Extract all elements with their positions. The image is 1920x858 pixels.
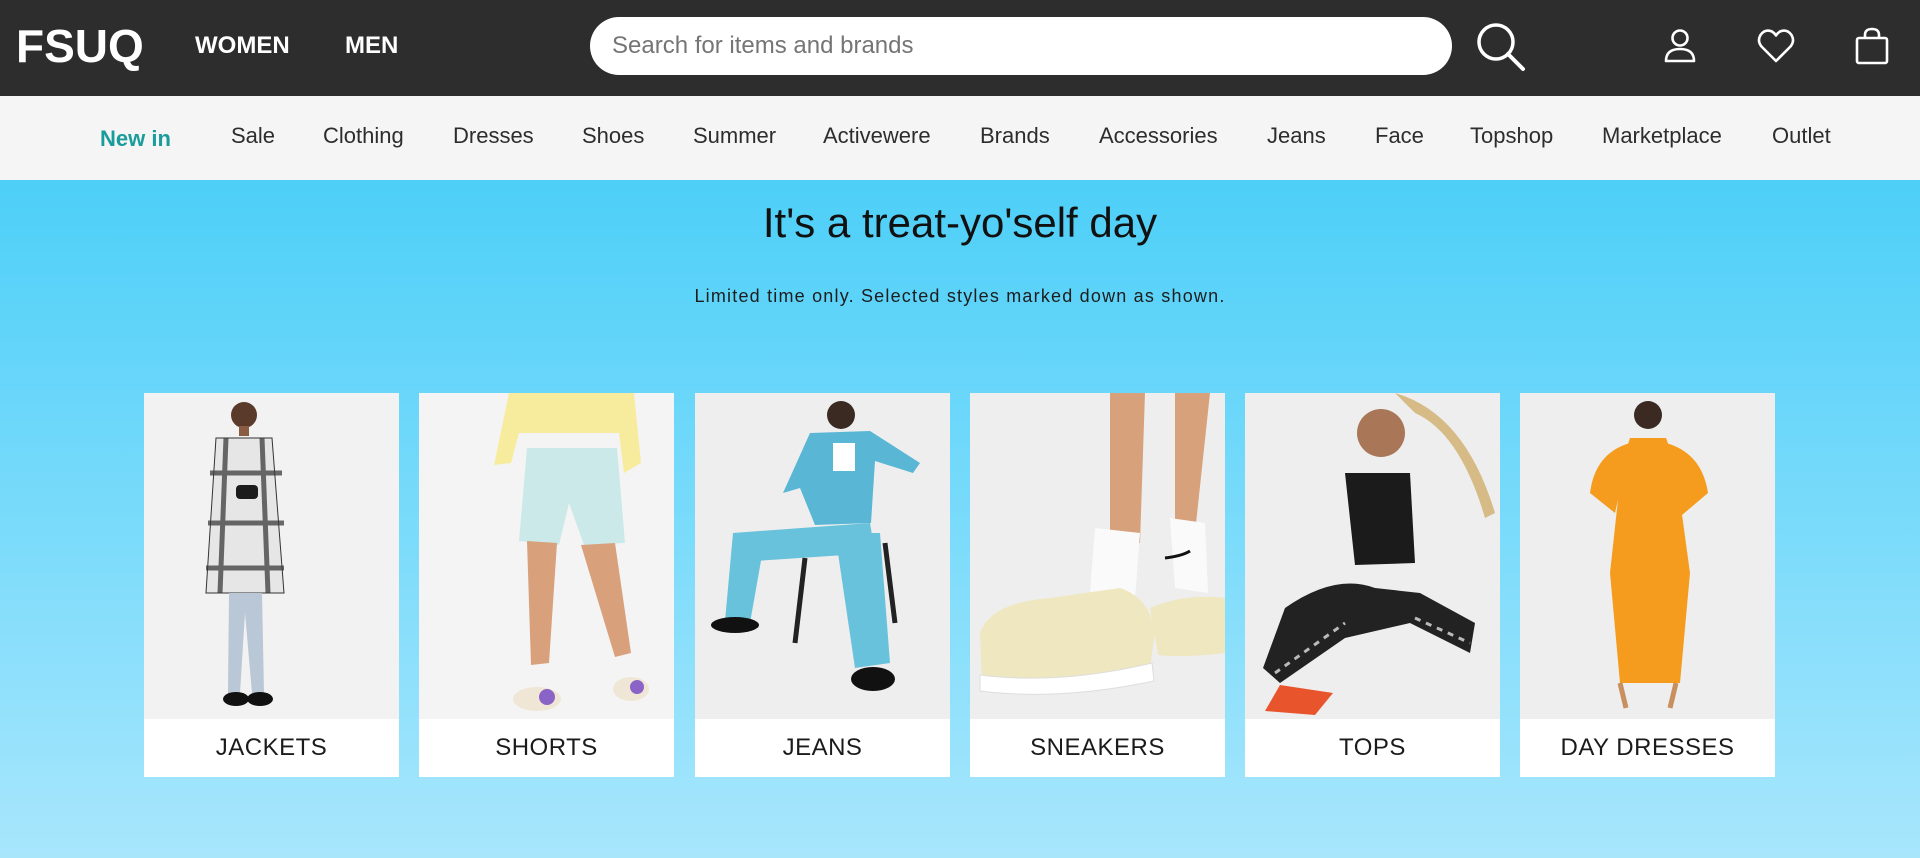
nav-item-marketplace[interactable]: Marketplace xyxy=(1602,122,1722,150)
nav-item-accessories[interactable]: Accessories xyxy=(1099,122,1218,150)
nav-item-brands[interactable]: Brands xyxy=(980,122,1050,150)
search-input[interactable] xyxy=(590,17,1452,75)
category-tile-jackets[interactable]: JACKETS xyxy=(144,393,399,777)
search-icon[interactable] xyxy=(1474,20,1528,74)
category-tile-shorts[interactable]: SHORTS xyxy=(419,393,674,777)
cream-sneakers-photo xyxy=(970,393,1225,719)
nav-item-clothing[interactable]: Clothing xyxy=(323,122,404,150)
tile-label: DAY DRESSES xyxy=(1560,734,1735,761)
nav-men-link[interactable]: MEN xyxy=(345,32,398,60)
nav-women-link[interactable]: WOMEN xyxy=(195,32,290,60)
nav-item-topshop[interactable]: Topshop xyxy=(1470,122,1553,150)
black-sports-top-photo xyxy=(1245,393,1500,719)
nav-item-face[interactable]: Face xyxy=(1375,122,1424,150)
blue-denim-set-photo xyxy=(695,393,950,719)
nav-item-activewere[interactable]: Activewere xyxy=(823,122,931,150)
heart-icon[interactable] xyxy=(1756,26,1796,66)
nav-item-new-in[interactable]: New in xyxy=(100,125,171,153)
hero-banner: It's a treat-yo'self day Limited time on… xyxy=(0,180,1920,858)
nav-item-outlet[interactable]: Outlet xyxy=(1772,122,1831,150)
tile-label: SHORTS xyxy=(495,734,598,761)
woman-plaid-coat-photo xyxy=(144,393,399,719)
hero-subtitle: Limited time only. Selected styles marke… xyxy=(694,286,1226,306)
nav-item-summer[interactable]: Summer xyxy=(693,122,776,150)
top-header: FSUQ WOMEN MEN xyxy=(0,0,1920,96)
shopping-bag-icon[interactable] xyxy=(1852,26,1892,66)
orange-knit-dress-photo xyxy=(1520,393,1775,719)
category-nav: New in Sale Clothing Dresses Shoes Summe… xyxy=(0,96,1920,180)
yellow-top-mint-shorts-photo xyxy=(419,393,674,719)
nav-item-sale[interactable]: Sale xyxy=(231,122,275,150)
nav-item-jeans[interactable]: Jeans xyxy=(1267,122,1326,150)
category-tile-tops[interactable]: TOPS xyxy=(1245,393,1500,777)
account-icon[interactable] xyxy=(1660,26,1700,66)
nav-item-shoes[interactable]: Shoes xyxy=(582,122,644,150)
hero-title: It's a treat-yo'self day xyxy=(762,199,1158,246)
category-tile-day-dresses[interactable]: DAY DRESSES xyxy=(1520,393,1775,777)
site-logo[interactable]: FSUQ xyxy=(16,20,144,72)
nav-item-dresses[interactable]: Dresses xyxy=(453,122,534,150)
tile-label: TOPS xyxy=(1339,734,1406,761)
tile-label: JEANS xyxy=(782,734,863,761)
tile-label: SNEAKERS xyxy=(1030,734,1165,761)
tile-label: JACKETS xyxy=(215,734,328,761)
category-tile-jeans[interactable]: JEANS xyxy=(695,393,950,777)
category-tile-sneakers[interactable]: SNEAKERS xyxy=(970,393,1225,777)
